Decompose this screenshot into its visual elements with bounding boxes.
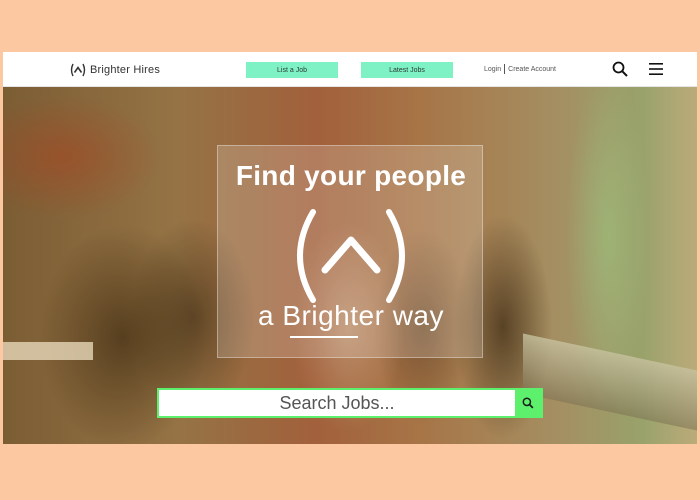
auth-links: Login Create Account xyxy=(484,64,556,74)
latest-jobs-button[interactable]: Latest Jobs xyxy=(361,62,453,78)
brand-name: Brighter Hires xyxy=(90,64,161,76)
brand-logo[interactable]: Brighter Hires xyxy=(70,61,160,79)
hero-section: Find your people a Brighter way xyxy=(3,87,697,444)
hero-overlay-card: Find your people a Brighter way xyxy=(217,145,483,358)
search-icon[interactable] xyxy=(612,61,628,77)
hero-photo-table xyxy=(3,342,93,360)
search-submit-button[interactable] xyxy=(515,390,541,416)
top-navbar: Brighter Hires List a Job Latest Jobs Lo… xyxy=(3,52,697,87)
auth-divider xyxy=(504,64,506,74)
tagline-underline xyxy=(290,336,358,338)
brighter-hires-logo-icon xyxy=(297,209,405,303)
hero-headline: Find your people xyxy=(235,160,467,191)
create-account-link[interactable]: Create Account xyxy=(508,66,556,73)
hero-tagline: a Brighter way xyxy=(258,300,444,331)
caret-circle-logo-icon xyxy=(70,63,86,77)
hero-photo-window-sill xyxy=(523,333,697,431)
list-a-job-button[interactable]: List a Job xyxy=(246,62,338,78)
job-search-bar xyxy=(157,388,543,418)
login-link[interactable]: Login xyxy=(484,66,501,73)
app-window: Brighter Hires List a Job Latest Jobs Lo… xyxy=(3,52,697,444)
search-icon xyxy=(522,397,534,409)
search-jobs-input[interactable] xyxy=(159,390,515,416)
hamburger-menu-icon[interactable] xyxy=(648,61,664,77)
